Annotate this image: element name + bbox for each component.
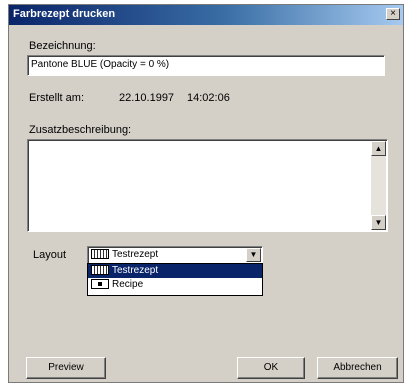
preview-button[interactable]: Preview bbox=[26, 357, 106, 379]
bezeichnung-label: Bezeichnung: bbox=[29, 40, 96, 52]
zusatz-scrollbar[interactable]: ▲ ▼ bbox=[371, 141, 386, 230]
scroll-down-button[interactable]: ▼ bbox=[371, 215, 386, 230]
option-label: Recipe bbox=[112, 279, 144, 290]
layout-label: Layout bbox=[33, 249, 67, 261]
ok-button[interactable]: OK bbox=[237, 357, 305, 379]
close-button[interactable]: × bbox=[386, 8, 400, 20]
layout-option-testrezept[interactable]: Testrezept bbox=[88, 264, 262, 278]
close-icon: × bbox=[390, 8, 396, 19]
bezeichnung-value: Pantone BLUE (Opacity = 0 %) bbox=[31, 59, 170, 70]
window-title: Farbrezept drucken bbox=[13, 8, 116, 20]
chevron-down-icon: ▼ bbox=[249, 250, 258, 259]
bezeichnung-field[interactable]: Pantone BLUE (Opacity = 0 %) bbox=[27, 55, 385, 76]
zusatz-textarea[interactable]: ▲ ▼ bbox=[27, 139, 388, 232]
layout-select[interactable]: Testrezept ▼ bbox=[87, 246, 263, 264]
layout-icon bbox=[91, 265, 109, 276]
print-recipe-dialog: Farbrezept drucken × Bezeichnung: Panton… bbox=[8, 4, 404, 383]
dropdown-button[interactable]: ▼ bbox=[246, 248, 261, 262]
recipe-icon bbox=[91, 279, 109, 290]
created-label: Erstellt am: bbox=[29, 92, 85, 104]
option-label: Testrezept bbox=[112, 265, 159, 276]
layout-icon bbox=[91, 249, 109, 260]
zusatz-label: Zusatzbeschreibung: bbox=[29, 124, 132, 136]
scroll-up-button[interactable]: ▲ bbox=[371, 141, 386, 156]
created-date: 22.10.1997 bbox=[119, 92, 175, 104]
layout-option-recipe[interactable]: Recipe bbox=[88, 278, 262, 292]
title-bar[interactable]: Farbrezept drucken × bbox=[9, 5, 403, 25]
layout-dropdown-list: Testrezept Recipe bbox=[87, 263, 263, 296]
cancel-button[interactable]: Abbrechen bbox=[317, 357, 398, 379]
layout-selected-value: Testrezept bbox=[112, 249, 159, 260]
created-time: 14:02:06 bbox=[187, 92, 230, 104]
